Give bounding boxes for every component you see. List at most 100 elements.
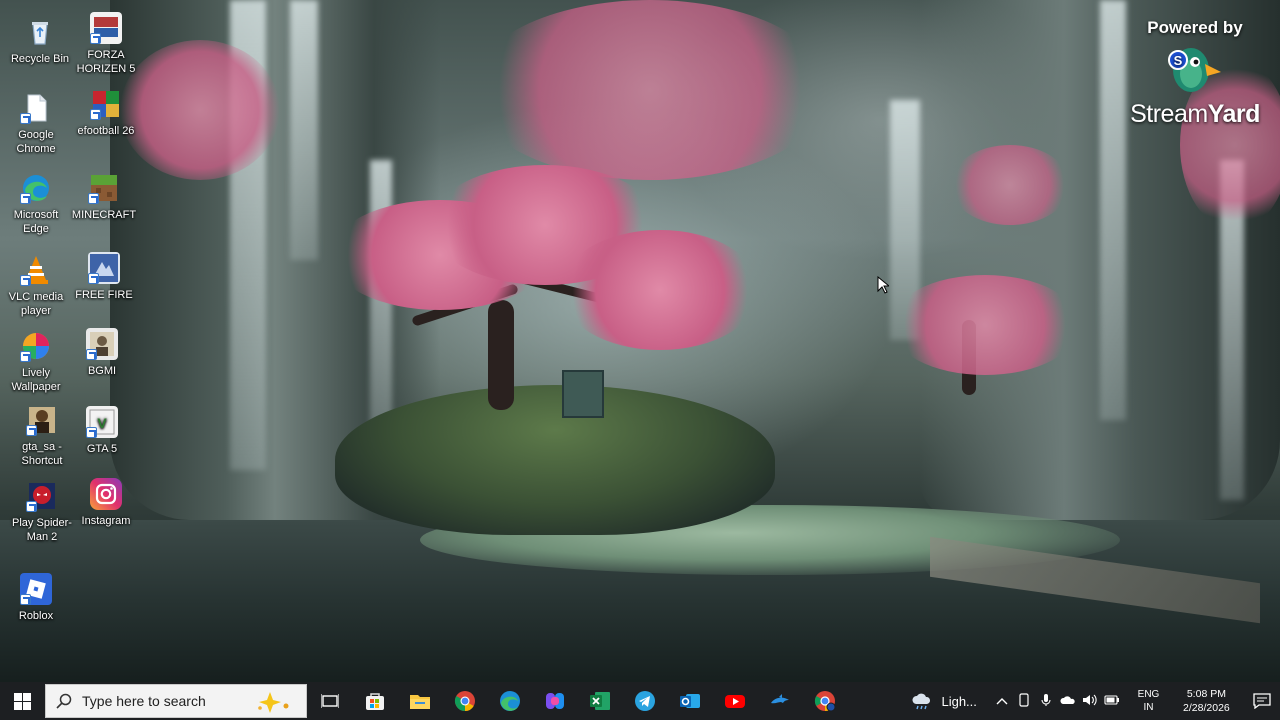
battery-icon[interactable] xyxy=(1101,694,1123,708)
waterfall xyxy=(290,0,318,260)
spider-man-icon xyxy=(26,480,58,512)
file-shortcut-icon xyxy=(20,92,52,124)
edge-icon xyxy=(499,690,521,712)
task-view-button[interactable] xyxy=(307,682,352,720)
start-button[interactable] xyxy=(0,682,45,720)
stone-lantern xyxy=(562,370,604,418)
file-explorer-icon xyxy=(409,690,431,712)
chrome-icon xyxy=(454,690,476,712)
taskbar-app-chrome-profile[interactable] xyxy=(802,682,847,720)
taskbar-app-edge[interactable] xyxy=(487,682,532,720)
taskbar-search-box[interactable]: Type here to search xyxy=(45,684,308,719)
search-icon xyxy=(56,693,72,709)
brand-bold: Yard xyxy=(1207,100,1261,128)
desktop-icon-minecraft[interactable]: MINECRAFT xyxy=(68,172,140,222)
blossom-canopy xyxy=(470,0,830,180)
language-indicator[interactable]: ENG IN xyxy=(1131,688,1166,714)
desktop-icon-spider-man[interactable]: Play Spider-Man 2 xyxy=(6,480,78,544)
notification-center-button[interactable] xyxy=(1245,682,1280,720)
desktop-icon-label: FORZA HORIZEN 5 xyxy=(76,49,136,75)
taskbar-app-chrome[interactable] xyxy=(442,682,487,720)
taskbar: Type here to search Ligh... ENG IN 5:08 … xyxy=(0,682,1280,720)
gta5-icon: V xyxy=(86,406,118,438)
svg-text:V: V xyxy=(97,415,107,431)
desktop-icon-gta5[interactable]: V GTA 5 xyxy=(66,406,138,456)
volume-icon[interactable] xyxy=(1079,694,1101,709)
desktop-icon-vlc[interactable]: VLC media player xyxy=(0,254,72,318)
taskbar-app-outlook[interactable] xyxy=(667,682,712,720)
gta-sa-icon xyxy=(26,404,58,436)
youtube-icon xyxy=(724,690,746,712)
search-placeholder: Type here to search xyxy=(82,693,206,709)
bgmi-icon xyxy=(86,328,118,360)
taskbar-app-file-explorer[interactable] xyxy=(397,682,442,720)
desktop-icon-forza-horizon[interactable]: FORZA HORIZEN 5 xyxy=(70,12,142,76)
chrome-profile-icon xyxy=(814,690,836,712)
lively-wallpaper-icon xyxy=(20,330,52,362)
windows-logo-icon xyxy=(14,692,31,710)
blossom-cluster xyxy=(890,275,1080,375)
island xyxy=(335,385,775,535)
search-highlight-sparkle-icon xyxy=(256,690,292,719)
outlook-icon xyxy=(679,690,701,712)
blossom-canopy xyxy=(950,145,1070,225)
weather-widget[interactable]: Ligh... xyxy=(911,692,977,710)
chevron-up-icon[interactable] xyxy=(991,694,1013,708)
desktop-icon-instagram[interactable]: Instagram xyxy=(70,478,142,528)
phone-link-icon[interactable] xyxy=(1013,692,1035,710)
recycle-bin-icon xyxy=(24,16,56,48)
roblox-icon xyxy=(20,573,52,605)
desktop-icon-label: Instagram xyxy=(81,515,131,527)
desktop-icon-label: efootball 26 xyxy=(77,125,135,137)
streamyard-watermark: Powered by S StreamYard xyxy=(1120,18,1270,129)
language-line-2: IN xyxy=(1143,702,1154,713)
cloud-rain-icon xyxy=(912,693,931,710)
taskbar-app-copilot[interactable] xyxy=(532,682,577,720)
desktop-icon-label: Microsoft Edge xyxy=(13,209,59,235)
tree-trunk xyxy=(488,300,514,410)
desktop-icon-microsoft-edge[interactable]: Microsoft Edge xyxy=(0,172,72,236)
powered-by-text: Powered by xyxy=(1147,18,1243,37)
desktop-icon-bgmi[interactable]: BGMI xyxy=(66,328,138,378)
free-fire-icon xyxy=(88,252,120,284)
excel-icon xyxy=(589,690,611,712)
desktop-wallpaper xyxy=(0,0,1280,682)
blossom-canopy xyxy=(120,40,280,180)
notification-icon xyxy=(1253,693,1271,709)
clock-date: 2/28/2026 xyxy=(1183,702,1230,714)
desktop-icon-lively-wallpaper[interactable]: Lively Wallpaper xyxy=(0,330,72,394)
taskbar-app-store[interactable] xyxy=(352,682,397,720)
taskbar-clock[interactable]: 5:08 PM 2/28/2026 xyxy=(1174,687,1239,715)
microphone-icon[interactable] xyxy=(1035,693,1057,710)
desktop-icon-free-fire[interactable]: FREE FIRE xyxy=(68,252,140,302)
weather-text: Ligh... xyxy=(941,693,977,709)
desktop-icon-label: Google Chrome xyxy=(16,129,56,155)
desktop-icon-label: Recycle Bin xyxy=(10,53,70,65)
svg-text:S: S xyxy=(1174,53,1183,68)
forza-horizon-icon xyxy=(90,12,122,44)
desktop-icon-label: VLC media player xyxy=(8,291,64,317)
desktop-icon-label: gta_sa - Shortcut xyxy=(21,441,63,467)
telegram-icon xyxy=(634,690,656,712)
minecraft-icon xyxy=(88,172,120,204)
efootball-icon xyxy=(90,88,122,120)
brand-light: Stream xyxy=(1130,100,1208,128)
desktop-icon-label: FREE FIRE xyxy=(75,289,133,301)
desktop-icon-recycle-bin[interactable]: Recycle Bin xyxy=(4,16,76,66)
task-view-icon xyxy=(320,694,339,708)
instagram-icon xyxy=(90,478,122,510)
copilot-icon xyxy=(544,690,566,712)
desktop-icon-label: Roblox xyxy=(18,610,54,622)
vlc-icon xyxy=(20,254,52,286)
microsoft-store-icon xyxy=(364,690,386,712)
blossom-cluster xyxy=(560,230,760,350)
desktop-icon-efootball[interactable]: efootball 26 xyxy=(70,88,142,138)
desktop-icon-roblox[interactable]: Roblox xyxy=(0,573,72,623)
taskbar-app-dolphin[interactable] xyxy=(757,682,802,720)
desktop-icon-google-chrome[interactable]: Google Chrome xyxy=(0,92,72,156)
taskbar-app-telegram[interactable] xyxy=(622,682,667,720)
language-line-1: ENG xyxy=(1137,689,1160,700)
taskbar-app-excel[interactable] xyxy=(577,682,622,720)
taskbar-app-youtube[interactable] xyxy=(712,682,757,720)
onedrive-cloud-icon[interactable] xyxy=(1057,694,1079,709)
